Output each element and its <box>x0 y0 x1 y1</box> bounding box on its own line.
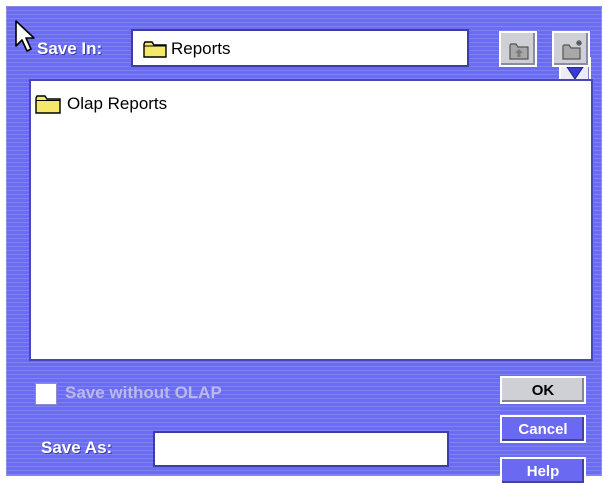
save-in-location-select[interactable]: Reports <box>131 29 591 87</box>
file-list[interactable]: Olap Reports <box>29 79 593 361</box>
new-folder-icon <box>562 40 582 60</box>
location-value: Reports <box>171 39 231 58</box>
save-in-label: Save In: <box>37 39 103 58</box>
cancel-button[interactable]: Cancel <box>500 415 586 443</box>
ok-button[interactable]: OK <box>500 376 586 404</box>
save-without-olap-checkbox[interactable] <box>35 383 57 405</box>
up-folder-icon <box>509 43 529 60</box>
save-as-input[interactable] <box>153 431 449 467</box>
save-as-label: Save As: <box>41 438 113 457</box>
list-item-label: Olap Reports <box>67 94 168 113</box>
new-folder-button[interactable] <box>552 31 590 67</box>
folder-icon <box>35 95 61 114</box>
mouse-pointer-icon <box>15 20 35 52</box>
save-without-olap-label: Save without OLAP <box>65 383 222 402</box>
save-dialog: Save In: Reports Olap Reports Save witho… <box>6 6 602 485</box>
list-item[interactable]: Olap Reports <box>35 93 167 115</box>
up-folder-button[interactable] <box>499 31 537 67</box>
chevron-down-icon <box>566 66 584 80</box>
folder-icon <box>143 41 167 58</box>
